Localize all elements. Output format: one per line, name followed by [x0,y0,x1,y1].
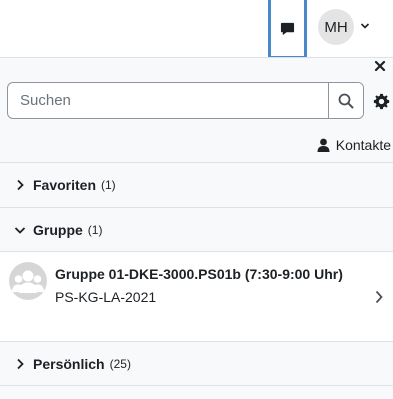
search-box [7,82,364,119]
contacts-link[interactable]: Kontakte [317,137,391,153]
conversation-subtitle: PS-KG-LA-2021 [55,289,157,305]
section-label: Gruppe [33,222,83,238]
group-icon [9,262,47,300]
search-button[interactable] [328,83,363,118]
section-gruppe[interactable]: Gruppe (1) [0,207,393,252]
section-label: Persönlich [33,356,105,372]
search-input[interactable] [8,83,328,118]
section-persoenlich[interactable]: Persönlich (25) [0,341,393,386]
close-icon[interactable] [373,59,387,73]
message-drawer-toggle[interactable] [268,0,307,59]
search-icon [338,93,354,108]
chat-bubble-icon [280,22,295,35]
chevron-right-icon [375,290,383,304]
user-icon [317,138,330,152]
gear-icon[interactable] [373,93,390,110]
group-conversation-item[interactable]: Gruppe 01-DKE-3000.PS01b (7:30-9:00 Uhr)… [0,251,393,341]
user-avatar[interactable]: MH [318,9,354,45]
section-count: (1) [101,178,116,192]
section-label: Favoriten [33,177,97,193]
chevron-right-icon [17,179,24,191]
chevron-down-icon[interactable] [360,21,370,31]
section-count: (1) [87,223,103,237]
contacts-label: Kontakte [335,137,391,153]
section-favoriten[interactable]: Favoriten (1) [0,162,393,207]
user-initials: MH [324,18,348,36]
top-navbar: MH [0,0,393,59]
divider [0,385,393,386]
chevron-down-icon [14,227,26,234]
section-count: (25) [109,357,131,371]
conversation-title: Gruppe 01-DKE-3000.PS01b (7:30-9:00 Uhr) [55,266,343,282]
chevron-right-icon [17,358,24,370]
